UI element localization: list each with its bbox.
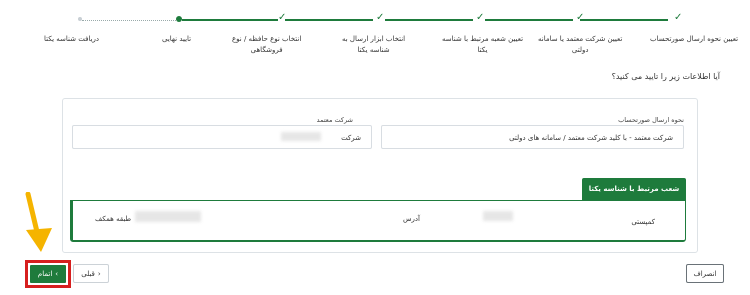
pointer-arrow-icon bbox=[25, 192, 52, 252]
finish-button[interactable]: اتمام ‹ bbox=[29, 264, 67, 284]
step-label-line: شناسه یکتا bbox=[357, 46, 390, 54]
step-label-sending-method: تعیین نحوه ارسال صورتحساب bbox=[650, 34, 738, 45]
step-label-line: تعیین شعبه مرتبط با شناسه bbox=[442, 35, 524, 43]
redacted-company-name bbox=[281, 132, 321, 141]
step-pending-dot bbox=[78, 17, 82, 21]
progress-stepper: ✓ ✓ ✓ ✓ ✓ تعیین نحوه ارسال صورتحساب تعیی… bbox=[0, 8, 750, 68]
stepper-line bbox=[285, 19, 373, 21]
step-check-icon: ✓ bbox=[476, 12, 485, 23]
branch-row: کمپستی آدرس طبقه همکف bbox=[70, 200, 686, 242]
stepper-line bbox=[182, 19, 278, 21]
step-label-line: یکتا bbox=[477, 46, 488, 54]
step-label-branch: تعیین شعبه مرتبط با شناسه یکتا bbox=[442, 34, 523, 56]
finish-label: اتمام bbox=[37, 270, 53, 278]
trusted-company-field: شرکت bbox=[72, 125, 372, 149]
step-check-icon: ✓ bbox=[576, 12, 585, 23]
trusted-company-label: شرکت معتمد bbox=[316, 116, 353, 124]
branch-section-header: شعب مرتبط با شناسه یکتا bbox=[582, 178, 686, 200]
sending-method-field: شرکت معتمد - با کلید شرکت معتمد / سامانه… bbox=[381, 125, 684, 149]
stepper-line bbox=[485, 19, 573, 21]
confirm-question: آیا اطلاعات زیر را تایید می کنید؟ bbox=[611, 72, 720, 81]
trusted-company-value: شرکت bbox=[341, 134, 361, 142]
step-label-trusted-company: تعیین شرکت معتمد یا سامانه دولتی bbox=[538, 34, 622, 56]
step-label-line: تعیین شرکت معتمد یا سامانه bbox=[538, 35, 623, 43]
redacted-address bbox=[135, 211, 201, 222]
step-check-icon: ✓ bbox=[278, 12, 287, 23]
step-label-memory: انتخاب نوع حافظه / نوع فروشگاهی bbox=[232, 34, 301, 56]
chevron-right-icon: › bbox=[97, 269, 101, 278]
branch-name-value: کمپستی bbox=[631, 218, 655, 226]
branch-address-label: آدرس bbox=[403, 215, 420, 223]
step-label-line: فروشگاهی bbox=[250, 46, 283, 54]
stepper-line bbox=[385, 19, 473, 21]
step-label-final-confirm: تایید نهایی bbox=[162, 34, 191, 45]
step-label-tool: انتخاب ابزار ارسال به شناسه یکتا bbox=[342, 34, 405, 56]
step-label-line: تایید نهایی bbox=[162, 35, 192, 43]
step-check-icon: ✓ bbox=[376, 12, 385, 23]
step-label-receive-id: دریافت شناسه یکتا bbox=[44, 34, 99, 45]
previous-button[interactable]: قبلی › bbox=[73, 264, 109, 283]
step-current-dot bbox=[176, 16, 182, 22]
step-label-line: انتخاب نوع حافظه / نوع bbox=[232, 35, 302, 43]
cancel-button[interactable]: انصراف bbox=[686, 264, 724, 283]
sending-method-value: شرکت معتمد - با کلید شرکت معتمد / سامانه… bbox=[509, 134, 673, 142]
stepper-line-pending bbox=[82, 20, 176, 21]
sending-method-label: نحوه ارسال صورتحساب bbox=[618, 116, 684, 124]
step-label-line: دولتی bbox=[571, 46, 589, 54]
step-label-line: انتخاب ابزار ارسال به bbox=[342, 35, 406, 43]
step-label-line: تعیین نحوه ارسال صورتحساب bbox=[650, 35, 739, 43]
chevron-left-icon: ‹ bbox=[55, 270, 59, 278]
branch-address-value: طبقه همکف bbox=[95, 215, 132, 223]
step-check-icon: ✓ bbox=[674, 12, 683, 23]
stepper-line bbox=[580, 19, 668, 21]
redacted-branch-code bbox=[483, 211, 513, 221]
previous-label: قبلی bbox=[81, 269, 95, 278]
step-label-line: دریافت شناسه یکتا bbox=[44, 35, 100, 43]
